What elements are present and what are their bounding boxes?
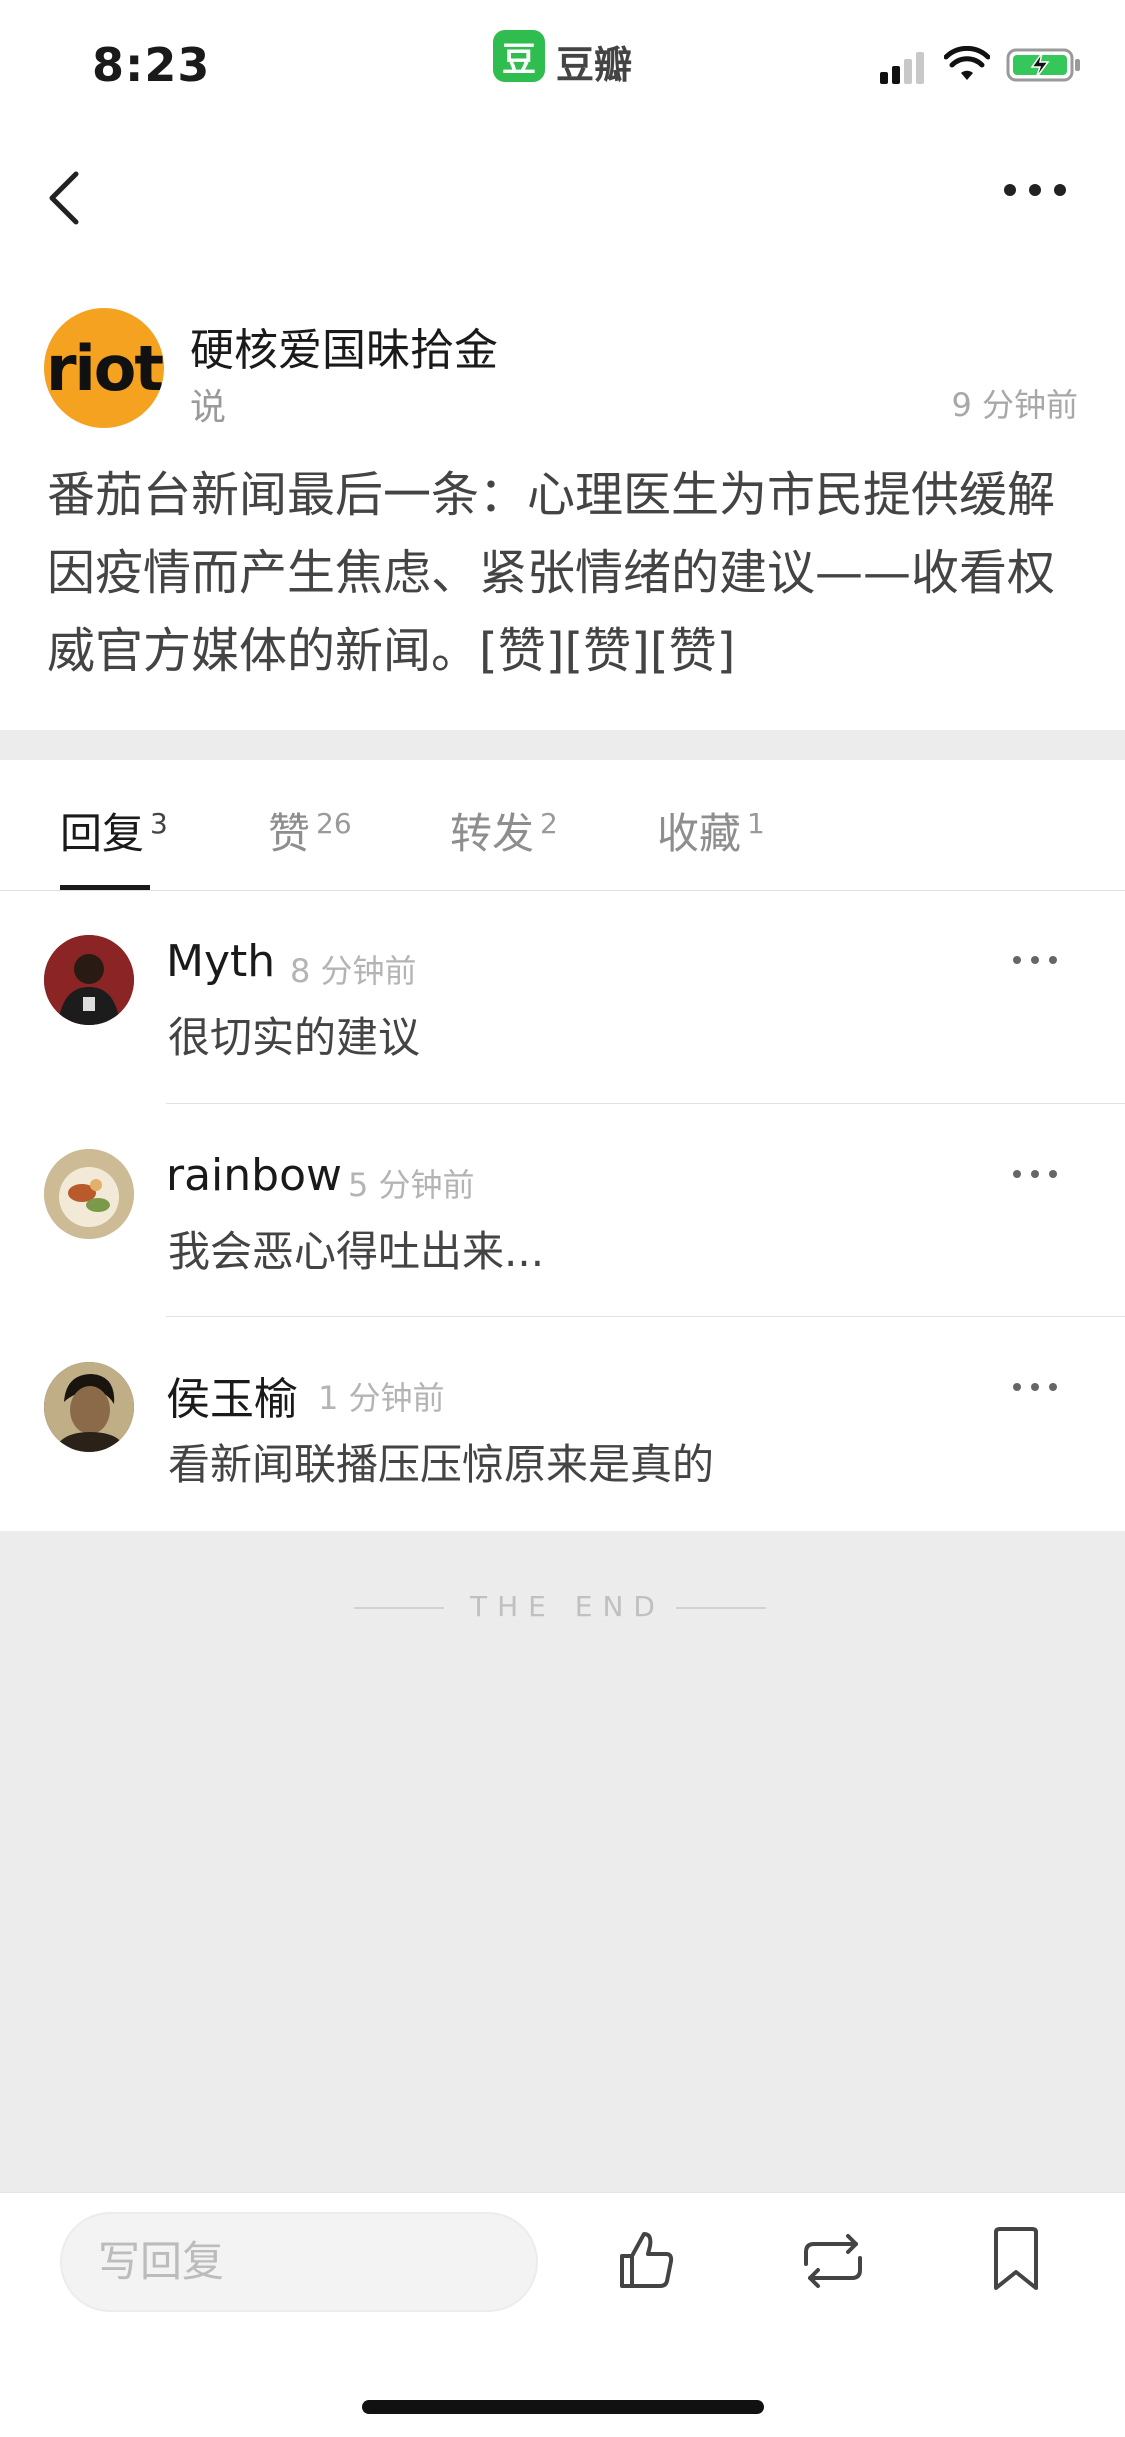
comment-avatar[interactable] (44, 1362, 134, 1452)
tab-reposts[interactable]: 转发 2 (450, 800, 558, 861)
tab-count: 3 (150, 807, 168, 840)
end-divider-right (676, 1607, 766, 1609)
active-tab-indicator (60, 885, 150, 890)
comment-author[interactable]: 侯玉榆 (166, 1363, 298, 1427)
post-timestamp: 9 分钟前 (951, 386, 1078, 424)
section-divider (0, 730, 1125, 760)
post-author-name[interactable]: 硬核爱国昧拾金 (190, 314, 498, 378)
tab-bar (0, 760, 1125, 891)
tab-likes[interactable]: 赞 26 (268, 800, 352, 861)
wifi-icon (943, 45, 991, 86)
signal-icon (880, 50, 932, 88)
comment-avatar[interactable] (44, 1149, 134, 1239)
comment-text: 很切实的建议 (168, 1013, 421, 1062)
more-icon[interactable] (1010, 1166, 1060, 1185)
nav-bar (0, 130, 1125, 270)
status-time: 8:23 (92, 38, 211, 92)
post-content: 番茄台新闻最后一条：心理医生为市民提供缓解因疫情而产生焦虑、紧张情绪的建议——收… (47, 467, 1056, 679)
comment-divider (166, 1316, 1125, 1317)
more-icon[interactable] (1010, 1379, 1060, 1398)
comment-text: 我会恶心得吐出来... (168, 1227, 545, 1276)
tab-count: 1 (747, 807, 765, 840)
end-divider-left (354, 1607, 444, 1609)
post-action-label: 说 (190, 387, 227, 428)
tab-count: 2 (540, 807, 558, 840)
home-indicator (362, 2400, 764, 2414)
comment-author[interactable]: rainbow (166, 1150, 342, 1201)
comment-timestamp: 8 分钟前 (290, 952, 417, 990)
comment-timestamp: 5 分钟前 (348, 1166, 475, 1204)
reply-input[interactable]: 写回复 (60, 2212, 538, 2312)
tab-label: 赞 (268, 809, 311, 858)
tab-favorites[interactable]: 收藏 1 (657, 800, 765, 861)
tab-replies[interactable]: 回复 3 (60, 800, 168, 861)
bookmark-icon[interactable] (990, 2226, 1042, 2296)
tab-count: 26 (316, 807, 352, 840)
douban-logo: 豆 (493, 30, 545, 82)
tab-label: 转发 (450, 809, 535, 858)
app-name: 豆瓣 (556, 43, 633, 87)
comment-avatar[interactable] (44, 935, 134, 1025)
comment-timestamp: 1 分钟前 (318, 1379, 445, 1417)
comment-text: 看新闻联播压压惊原来是真的 (168, 1440, 715, 1489)
tab-label: 收藏 (657, 809, 742, 858)
back-icon[interactable] (40, 160, 90, 244)
more-icon[interactable] (1010, 952, 1060, 971)
like-icon[interactable] (616, 2228, 676, 2296)
end-of-list-label: THE END (470, 1590, 665, 1623)
avatar-text: riot (45, 331, 164, 405)
comment-divider (166, 1103, 1125, 1104)
repost-icon[interactable] (798, 2230, 868, 2296)
comment-author[interactable]: Myth (166, 936, 275, 987)
post-author-avatar[interactable]: riot (44, 308, 164, 428)
battery-charging-icon (1006, 48, 1082, 86)
more-icon[interactable] (1000, 180, 1070, 204)
tab-label: 回复 (60, 809, 145, 858)
